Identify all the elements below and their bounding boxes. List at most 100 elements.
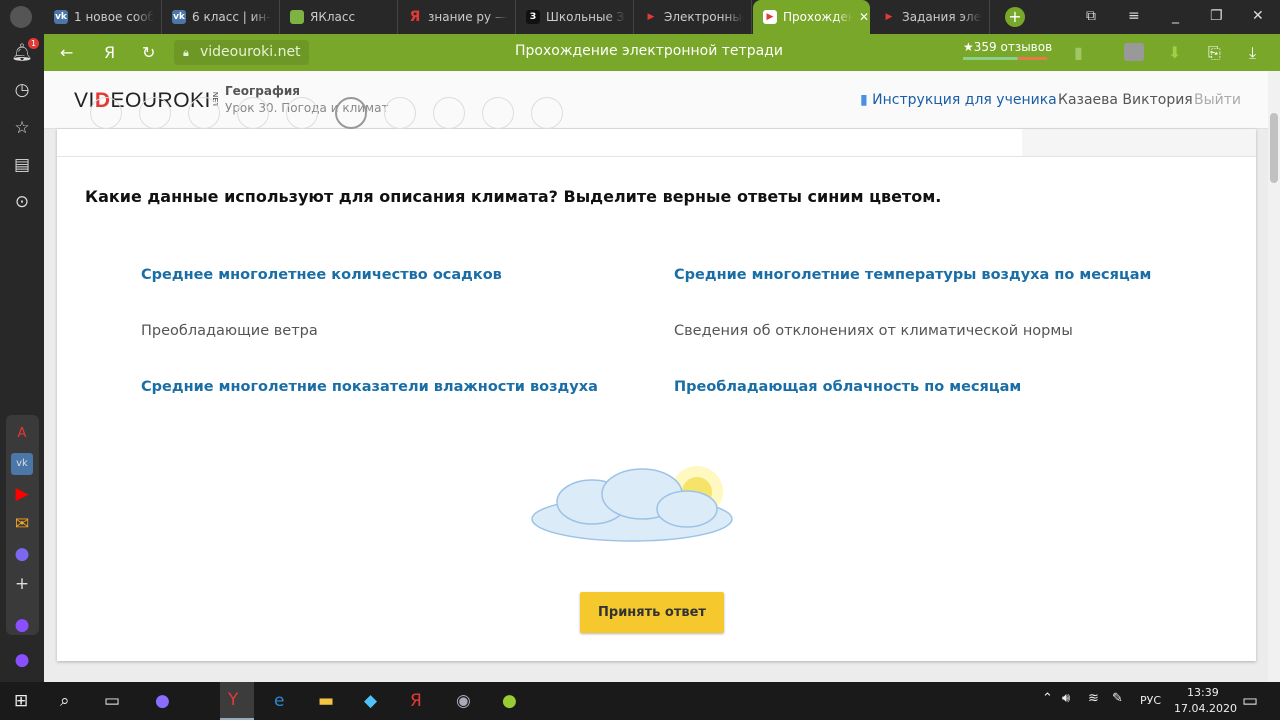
tab-label: знание ру — — [428, 10, 507, 24]
profile-avatar[interactable] — [10, 6, 32, 28]
app-panel: A vk ▶ ✉ ● + — [6, 415, 39, 635]
task-view-icon[interactable]: ▭ — [104, 691, 120, 711]
minimize-icon[interactable]: _ — [1172, 8, 1179, 24]
mail-icon[interactable]: ✉ — [11, 513, 33, 535]
yandex-browser-taskbar[interactable]: Y — [220, 682, 254, 720]
tray-chevron-icon[interactable]: ⌃ — [1042, 691, 1053, 706]
answer-option[interactable]: Преобладающие ветра — [141, 323, 318, 339]
close-window-icon[interactable]: ✕ — [1252, 8, 1264, 24]
document-icon: ▮ — [860, 92, 868, 108]
znanija-icon: З — [526, 10, 540, 24]
browser-tab-bar: vk 1 новое сообщение vk 6 класс | ин-я ЯКл… — [0, 0, 1280, 34]
answer-option[interactable]: Среднее многолетнее количество осадков — [141, 267, 502, 283]
reload-icon[interactable]: ↻ — [142, 43, 155, 62]
answer-option[interactable]: Преобладающая облачность по месяцам — [674, 379, 1021, 395]
menu-icon[interactable]: ≡ — [1128, 8, 1140, 24]
collections-icon[interactable]: ▤ — [11, 154, 33, 176]
star-icon[interactable]: ☆ — [11, 117, 33, 139]
vk-icon: vk — [54, 10, 68, 24]
tab-active[interactable]: ▶ Прохождение ✕ — [753, 0, 870, 34]
tab[interactable]: ▶ Электронные — [634, 0, 752, 34]
add-icon[interactable]: + — [11, 573, 33, 595]
question-dot[interactable] — [482, 97, 514, 129]
videouroki-icon: ▶ — [763, 10, 777, 24]
question-dot[interactable] — [188, 97, 220, 129]
windows-taskbar: ⊞ ⌕ ▭ ● Y e ▬ ◆ Я ◉ ● ⌃ 🔊︎ ≋ ✎ РУС 13:39… — [0, 682, 1280, 720]
tab[interactable]: З Школьные Знания — [516, 0, 634, 34]
extension-icon[interactable] — [1124, 43, 1144, 61]
instruction-link[interactable]: ▮ Инструкция для ученика — [860, 92, 1057, 108]
instruction-label: Инструкция для ученика — [872, 92, 1057, 108]
messenger-icon[interactable]: ● — [11, 543, 33, 565]
answer-option[interactable]: Сведения об отклонениях от климатической… — [674, 323, 1073, 339]
question-dot[interactable] — [237, 97, 269, 129]
question-dot-current[interactable] — [335, 97, 367, 129]
vk-icon: vk — [172, 10, 186, 24]
bell-icon[interactable]: 🔔︎ 1 — [11, 38, 39, 64]
tab-label: Задания электронной — [902, 10, 982, 24]
file-explorer-icon[interactable]: ▬ — [318, 691, 334, 711]
question-dot[interactable] — [433, 97, 465, 129]
edge-icon[interactable]: e — [274, 691, 284, 711]
youtube-icon[interactable]: ▶ — [11, 483, 33, 505]
yandex-taskbar-icon[interactable]: Я — [410, 691, 422, 711]
tab-label: Прохождение — [783, 10, 853, 24]
yandex-home-icon[interactable]: Я — [104, 43, 115, 62]
question-dot[interactable] — [90, 97, 122, 129]
answer-option[interactable]: Средние многолетние температуры воздуха … — [674, 267, 1151, 283]
notification-center-icon[interactable]: ▭ — [1242, 691, 1258, 711]
close-tab-icon[interactable]: ✕ — [859, 10, 869, 24]
back-icon[interactable]: ← — [60, 43, 73, 62]
question-dot[interactable] — [531, 97, 563, 129]
tab[interactable]: vk 6 класс | ин-я — [162, 0, 280, 34]
tab[interactable]: ЯКласс — [280, 0, 398, 34]
page-title: Прохождение электронной тетради — [515, 43, 783, 59]
clock-date[interactable]: 17.04.2020 — [1174, 702, 1237, 715]
app-taskbar-icon[interactable]: ● — [502, 691, 517, 711]
question-nav — [57, 97, 1022, 157]
vk-icon[interactable]: vk — [11, 453, 33, 475]
tab[interactable]: vk 1 новое сообщение — [44, 0, 162, 34]
answer-option[interactable]: Средние многолетние показатели влажности… — [141, 379, 598, 395]
tab[interactable]: Язнание ру — — [398, 0, 516, 34]
reviews-link[interactable]: ★359 отзывов — [963, 40, 1052, 54]
downloads-icon[interactable]: ⤓ — [1249, 43, 1256, 63]
tab-label: 6 класс | ин-я — [192, 10, 272, 24]
restore-icon[interactable]: ❐ — [1210, 8, 1223, 24]
tabs-icon[interactable]: ⧉ — [1086, 8, 1096, 24]
bookmark-icon[interactable]: ▮ — [1074, 43, 1083, 62]
question-dot[interactable] — [139, 97, 171, 129]
app-icon[interactable]: A — [11, 423, 33, 445]
tab[interactable]: ▶ Задания электронной — [872, 0, 990, 34]
volume-icon[interactable]: 🔊︎ — [1062, 691, 1070, 706]
logout-link[interactable]: Выйти — [1194, 92, 1241, 108]
question-dot[interactable] — [286, 97, 318, 129]
scrollbar-thumb[interactable] — [1270, 113, 1278, 183]
app-taskbar-icon[interactable]: ◉ — [456, 691, 471, 711]
address-bar: ← Я ↻ 🔒︎ videouroki.net Прохождение элект… — [44, 34, 1280, 71]
scrollbar[interactable] — [1268, 71, 1280, 682]
language-indicator[interactable]: РУС — [1140, 694, 1161, 707]
alice-icon[interactable]: ● — [11, 614, 33, 636]
alice-icon[interactable]: ● — [11, 649, 33, 671]
task-card: Какие данные используют для описания кли… — [57, 97, 1256, 661]
app-taskbar-icon[interactable]: ◆ — [364, 691, 377, 711]
user-name[interactable]: Казаева Виктория — [1058, 92, 1193, 108]
browser-sidebar: 🔔︎ 1 ◷ ☆ ▤ ⊙ A vk ▶ ✉ ● + ● ● — [0, 34, 44, 682]
yandex-browser-icon: Y — [228, 690, 239, 710]
clock-time[interactable]: 13:39 — [1187, 686, 1219, 699]
new-tab-button[interactable]: + — [1005, 7, 1025, 27]
wifi-icon[interactable]: ≋ — [1088, 691, 1099, 706]
submit-answer-button[interactable]: Принять ответ — [580, 592, 724, 633]
alice-taskbar-icon[interactable]: ● — [155, 691, 170, 711]
history-icon[interactable]: ◷ — [11, 79, 33, 101]
question-dot[interactable] — [384, 97, 416, 129]
windows-start-icon[interactable]: ⊞ — [14, 691, 28, 711]
url-field[interactable]: 🔒︎ videouroki.net — [174, 40, 309, 65]
search-icon[interactable]: ⌕ — [60, 691, 70, 711]
yaklass-icon — [290, 10, 304, 24]
play-icon[interactable]: ⊙ — [11, 191, 33, 213]
pen-icon[interactable]: ✎ — [1112, 691, 1123, 706]
download-green-icon[interactable]: ⬇ — [1168, 43, 1181, 62]
translate-icon[interactable]: ⎘ — [1208, 43, 1221, 63]
